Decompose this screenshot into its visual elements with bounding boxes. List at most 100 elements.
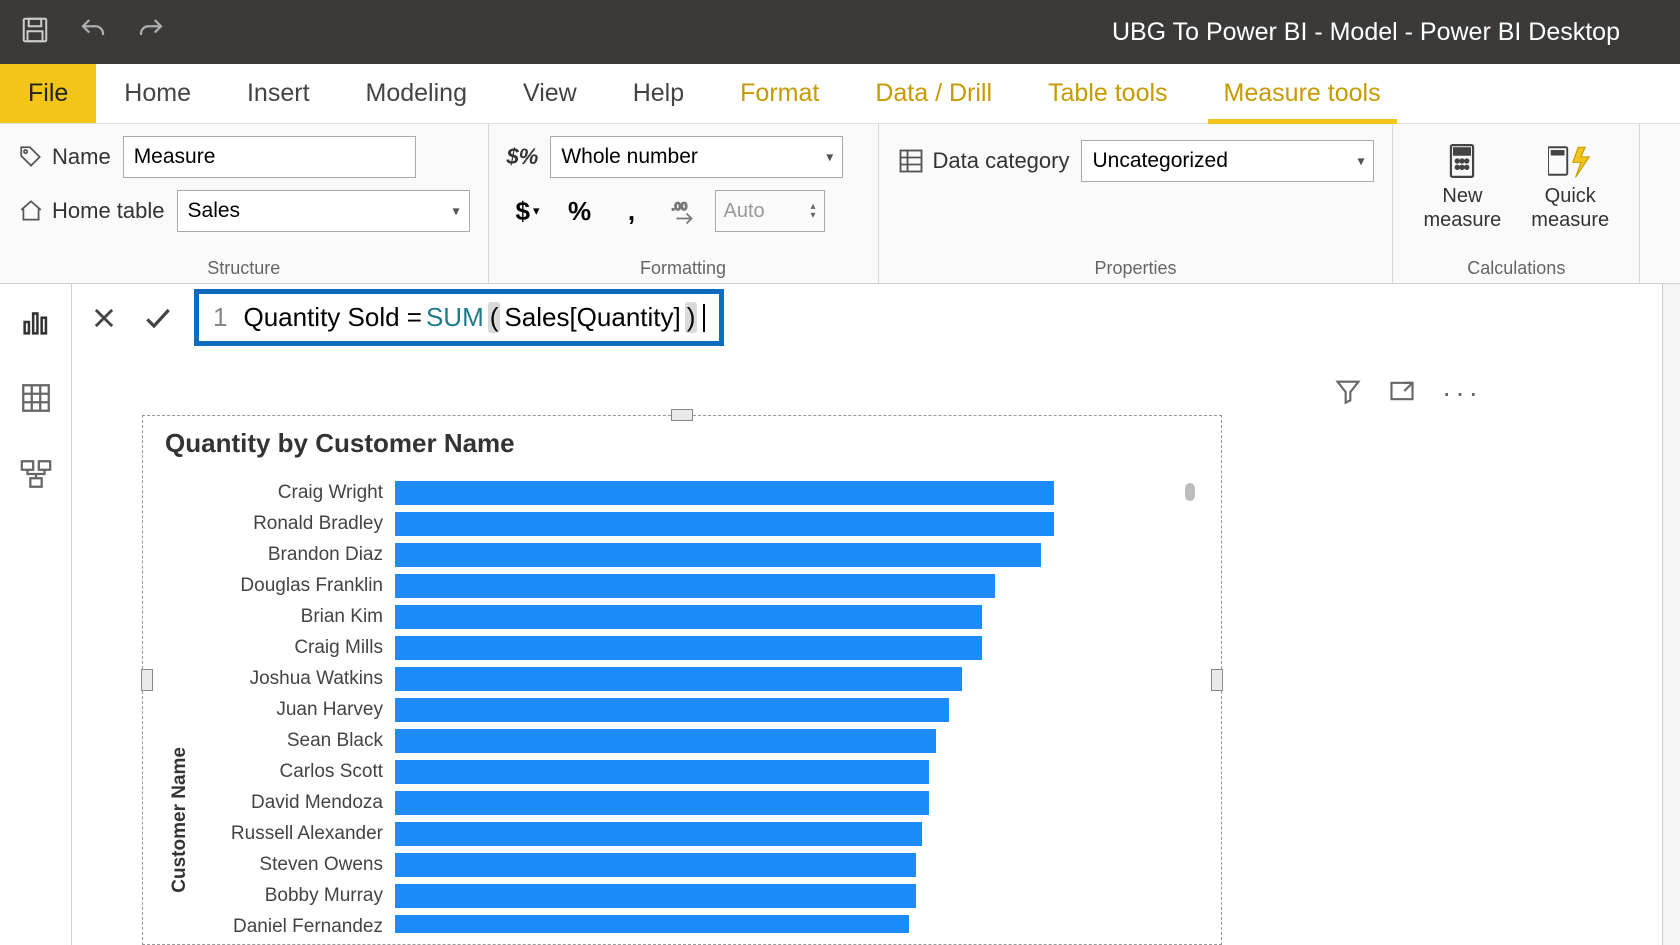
- model-view-button[interactable]: [16, 454, 56, 494]
- currency-button[interactable]: $▾: [507, 190, 549, 232]
- bar-row: Russell Alexander: [195, 818, 1199, 849]
- more-options-icon[interactable]: ···: [1442, 377, 1482, 409]
- focus-mode-icon[interactable]: [1388, 377, 1416, 410]
- window-title: UBG To Power BI - Model - Power BI Deskt…: [166, 18, 1660, 47]
- data-view-button[interactable]: [16, 378, 56, 418]
- bar-label: Bobby Murray: [195, 885, 395, 907]
- tab-table-tools[interactable]: Table tools: [1020, 64, 1196, 123]
- report-view-button[interactable]: [16, 302, 56, 342]
- formula-commit-button[interactable]: [140, 300, 176, 336]
- bar-fill[interactable]: [395, 760, 929, 784]
- bar-label: Juan Harvey: [195, 699, 395, 721]
- bar-label: Douglas Franklin: [195, 575, 395, 597]
- tab-file[interactable]: File: [0, 64, 96, 123]
- format-type-select[interactable]: [550, 136, 843, 178]
- bar-label: Russell Alexander: [195, 823, 395, 845]
- bar-row: Juan Harvey: [195, 694, 1199, 725]
- bar-row: Daniel Fernandez: [195, 911, 1199, 933]
- percent-button[interactable]: %: [559, 190, 601, 232]
- ribbon-group-structure: Name Home table Structure: [0, 124, 489, 283]
- y-axis-label: Customer Name: [165, 747, 195, 893]
- measure-name-input[interactable]: [123, 136, 416, 178]
- data-category-select[interactable]: [1081, 140, 1374, 182]
- tab-insert[interactable]: Insert: [219, 64, 338, 123]
- home-table-select[interactable]: [177, 190, 470, 232]
- tab-data-drill[interactable]: Data / Drill: [847, 64, 1020, 123]
- save-icon[interactable]: [20, 15, 50, 50]
- undo-icon[interactable]: [78, 15, 108, 50]
- bar-fill[interactable]: [395, 791, 929, 815]
- bar-fill[interactable]: [395, 667, 962, 691]
- decimal-shift-icon[interactable]: .00: [663, 190, 705, 232]
- ribbon-group-properties: Data category Properties: [879, 124, 1394, 283]
- visual-header: ···: [142, 371, 1622, 415]
- filter-icon[interactable]: [1334, 377, 1362, 410]
- quick-measure-button[interactable]: Quick measure: [1519, 134, 1621, 236]
- home-table-label: Home table: [18, 198, 165, 224]
- bar-label: Brandon Diaz: [195, 544, 395, 566]
- title-bar: UBG To Power BI - Model - Power BI Deskt…: [0, 0, 1680, 64]
- bar-label: Craig Wright: [195, 482, 395, 504]
- bar-fill[interactable]: [395, 636, 982, 660]
- tab-measure-tools[interactable]: Measure tools: [1196, 64, 1409, 123]
- ribbon-tabs: File Home Insert Modeling View Help Form…: [0, 64, 1680, 124]
- bar-fill[interactable]: [395, 884, 916, 908]
- data-category-label: Data category: [897, 147, 1070, 175]
- bar-row: Brandon Diaz: [195, 539, 1199, 570]
- bar-fill[interactable]: [395, 481, 1054, 505]
- bar-fill[interactable]: [395, 729, 936, 753]
- bar-fill[interactable]: [395, 605, 982, 629]
- chart-title: Quantity by Customer Name: [165, 428, 1199, 459]
- group-label-properties: Properties: [897, 258, 1375, 279]
- decimals-input[interactable]: Auto ▴▾: [715, 190, 825, 232]
- bar-fill[interactable]: [395, 822, 922, 846]
- tab-format[interactable]: Format: [712, 64, 847, 123]
- bar-row: Ronald Bradley: [195, 508, 1199, 539]
- bar-row: Craig Wright: [195, 477, 1199, 508]
- bar-label: Carlos Scott: [195, 761, 395, 783]
- formula-input[interactable]: 1 Quantity Sold = SUM ( Sales[Quantity] …: [194, 289, 724, 346]
- bar-label: Craig Mills: [195, 637, 395, 659]
- ribbon-group-formatting: $% $▾ % , .00 Auto ▴▾ Formatting: [489, 124, 879, 283]
- bar-label: Sean Black: [195, 730, 395, 752]
- view-switcher: [0, 284, 72, 945]
- bar-fill[interactable]: [395, 512, 1054, 536]
- tab-modeling[interactable]: Modeling: [338, 64, 495, 123]
- bar-row: Joshua Watkins: [195, 663, 1199, 694]
- bar-row: Carlos Scott: [195, 756, 1199, 787]
- bar-row: Craig Mills: [195, 632, 1199, 663]
- ribbon-group-calculations: New measure Quick measure Calculations: [1393, 124, 1640, 283]
- new-measure-button[interactable]: New measure: [1411, 134, 1513, 236]
- bar-label: David Mendoza: [195, 792, 395, 814]
- bar-fill[interactable]: [395, 543, 1041, 567]
- bar-chart-visual[interactable]: Quantity by Customer Name Customer Name …: [142, 415, 1222, 945]
- bar-label: Ronald Bradley: [195, 513, 395, 535]
- resize-handle[interactable]: [1211, 669, 1223, 691]
- bar-row: Brian Kim: [195, 601, 1199, 632]
- group-label-calculations: Calculations: [1411, 258, 1621, 279]
- tab-view[interactable]: View: [495, 64, 605, 123]
- bar-fill[interactable]: [395, 574, 995, 598]
- quick-measure-icon: [1547, 138, 1593, 184]
- bar-row: Douglas Franklin: [195, 570, 1199, 601]
- resize-handle[interactable]: [671, 409, 693, 421]
- collapsed-panes[interactable]: [1662, 284, 1680, 945]
- bar-fill[interactable]: [395, 698, 949, 722]
- formula-cancel-button[interactable]: [86, 300, 122, 336]
- bar-row: Bobby Murray: [195, 880, 1199, 911]
- chart-plot-area: Craig Wright Ronald Bradley Brandon Diaz Do…: [195, 477, 1199, 933]
- formula-bar: 1 Quantity Sold = SUM ( Sales[Quantity] …: [72, 284, 1662, 351]
- text-cursor: [703, 304, 705, 332]
- redo-icon[interactable]: [136, 15, 166, 50]
- report-canvas[interactable]: ··· Quantity by Customer Name Customer N…: [72, 351, 1662, 945]
- thousands-button[interactable]: ,: [611, 190, 653, 232]
- bar-row: David Mendoza: [195, 787, 1199, 818]
- tab-help[interactable]: Help: [605, 64, 712, 123]
- bar-fill[interactable]: [395, 915, 909, 934]
- formula-line-number: 1: [213, 302, 227, 333]
- bar-label: Brian Kim: [195, 606, 395, 628]
- tab-home[interactable]: Home: [96, 64, 219, 123]
- name-label: Name: [18, 144, 111, 170]
- resize-handle[interactable]: [141, 669, 153, 691]
- bar-fill[interactable]: [395, 853, 916, 877]
